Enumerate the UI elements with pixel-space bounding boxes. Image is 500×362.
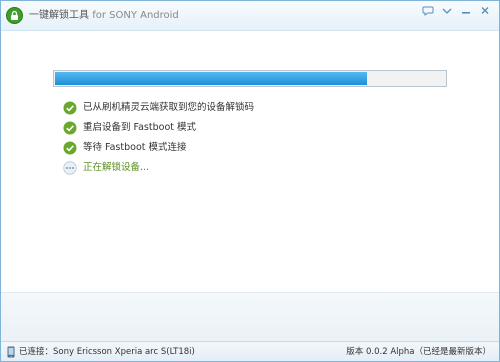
step-list: 已从刷机精灵云端获取到您的设备解锁码 重启设备到 Fastboot 模式 等待 … — [63, 101, 463, 181]
connection-status: 已连接：Sony Ericsson Xperia arc S(LT18i) — [19, 347, 195, 357]
check-icon — [63, 141, 77, 155]
phone-icon — [7, 346, 15, 358]
loading-icon — [63, 161, 77, 175]
minimize-icon[interactable] — [459, 5, 473, 17]
step-text: 已从刷机精灵云端获取到您的设备解锁码 — [83, 102, 255, 113]
check-icon — [63, 101, 77, 115]
unlock-progress-fill — [55, 72, 367, 85]
window-title-cn: 一键解锁工具 — [29, 10, 89, 21]
close-icon[interactable] — [478, 5, 492, 17]
app-window: 一键解锁工具 for SONY Android 已从刷机精灵云端获取到您的设备解… — [0, 0, 500, 362]
step-item: 等待 Fastboot 模式连接 — [63, 141, 463, 161]
version-status[interactable]: 版本 0.0.2 Alpha（已经是最新版本） — [346, 346, 491, 358]
menu-icon[interactable] — [440, 5, 454, 17]
step-item-active: 正在解锁设备... — [63, 161, 463, 181]
window-title-en: for SONY Android — [92, 10, 179, 21]
unlock-progress-bar — [53, 70, 447, 87]
step-item: 已从刷机精灵云端获取到您的设备解锁码 — [63, 101, 463, 121]
step-text: 重启设备到 Fastboot 模式 — [83, 122, 197, 133]
step-text: 等待 Fastboot 模式连接 — [83, 142, 187, 153]
main-content: 已从刷机精灵云端获取到您的设备解锁码 重启设备到 Fastboot 模式 等待 … — [1, 32, 499, 292]
status-bar: 已连接：Sony Ericsson Xperia arc S(LT18i) 版本… — [1, 341, 499, 361]
check-icon — [63, 121, 77, 135]
bottom-band — [1, 292, 499, 342]
step-text: 正在解锁设备... — [83, 162, 150, 173]
title-bar[interactable]: 一键解锁工具 for SONY Android — [1, 1, 499, 31]
step-item: 重启设备到 Fastboot 模式 — [63, 121, 463, 141]
window-title: 一键解锁工具 for SONY Android — [29, 10, 179, 22]
feedback-icon[interactable] — [421, 5, 435, 17]
lock-icon — [6, 7, 23, 24]
